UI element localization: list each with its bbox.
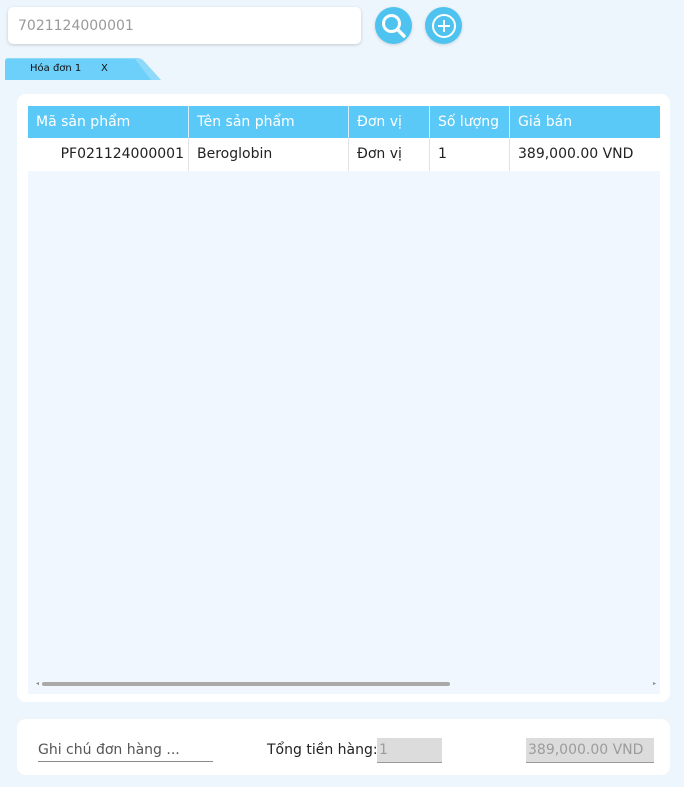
barcode-search-field[interactable]	[8, 7, 361, 44]
barcode-search-input[interactable]	[16, 16, 353, 35]
cell-code: PF021124000001	[28, 138, 189, 171]
order-note-field[interactable]: Ghi chú đơn hàng ...	[38, 738, 213, 762]
add-invoice-button[interactable]	[425, 7, 462, 44]
cell-price: 389,000.00 VND	[518, 146, 634, 162]
horizontal-scrollbar[interactable]: ◂ ▸	[28, 681, 660, 687]
plus-circle-icon	[431, 13, 456, 38]
column-header-price[interactable]: Giá bán	[510, 106, 660, 138]
product-panel: Mã sản phẩm Tên sản phẩm Đơn vị Số lượng…	[17, 94, 670, 702]
total-amount-field: 389,000.00 VND	[526, 738, 654, 763]
search-button[interactable]	[375, 7, 412, 44]
column-header-code[interactable]: Mã sản phẩm	[28, 106, 189, 138]
scroll-right-icon[interactable]: ▸	[653, 681, 656, 687]
tab-close-button[interactable]: X	[101, 63, 108, 74]
column-header-unit[interactable]: Đơn vị	[349, 106, 430, 138]
scrollbar-thumb[interactable]	[42, 682, 450, 686]
table-row[interactable]: PF021124000001 Beroglobin Đơn vị 1 389,0…	[28, 138, 660, 171]
total-quantity-field: 1	[377, 738, 442, 763]
search-icon	[381, 13, 406, 38]
total-label: Tổng tiền hàng:	[267, 742, 378, 758]
table-header: Mã sản phẩm Tên sản phẩm Đơn vị Số lượng…	[28, 106, 660, 138]
scroll-left-icon[interactable]: ◂	[36, 681, 39, 687]
tab-shape	[5, 58, 161, 80]
cell-quantity[interactable]: 1	[430, 138, 510, 171]
cell-unit: Đơn vị	[349, 138, 430, 171]
tab-label: Hóa đơn 1	[30, 63, 82, 74]
order-footer: Ghi chú đơn hàng ... Tổng tiền hàng: 1 3…	[17, 719, 670, 775]
cell-name: Beroglobin	[189, 138, 349, 171]
column-header-quantity[interactable]: Số lượng	[430, 106, 510, 138]
tab-invoice-1[interactable]: Hóa đơn 1 X	[5, 58, 161, 80]
product-table: Mã sản phẩm Tên sản phẩm Đơn vị Số lượng…	[28, 106, 660, 694]
column-header-name[interactable]: Tên sản phẩm	[189, 106, 349, 138]
